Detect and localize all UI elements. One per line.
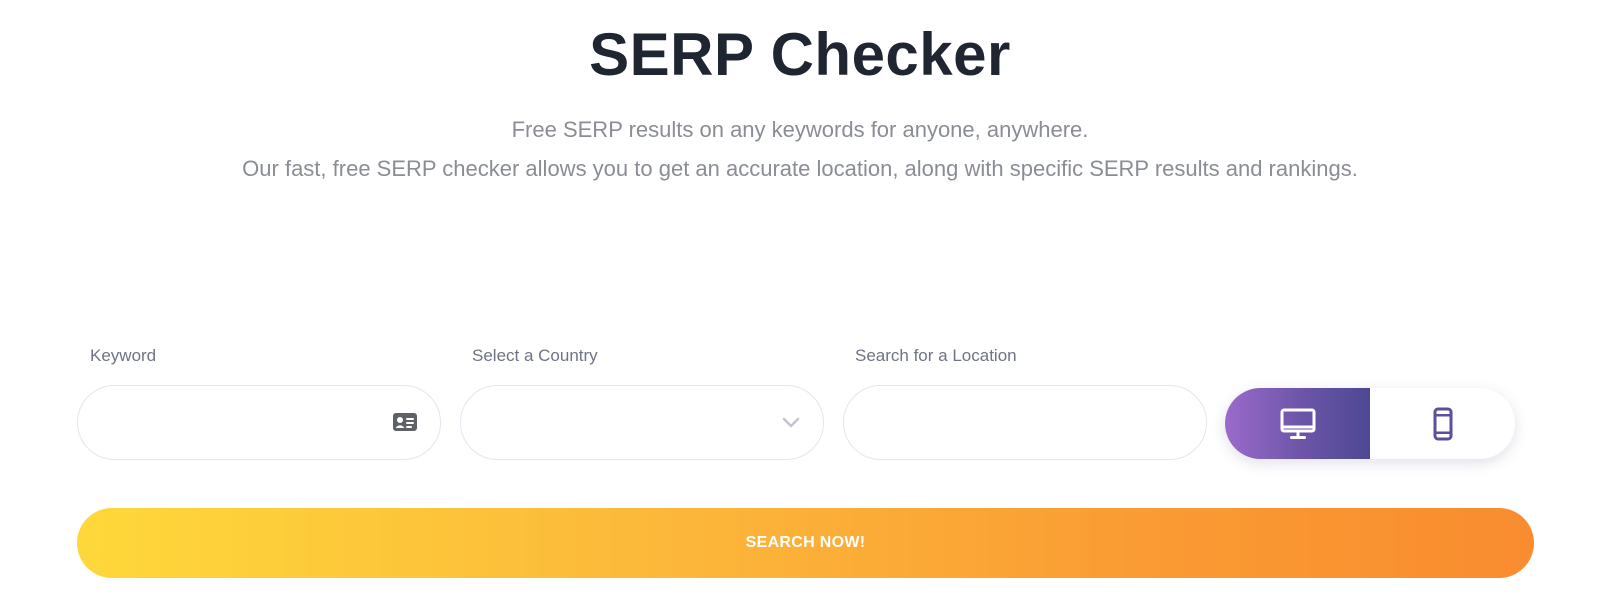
desktop-toggle-button[interactable] bbox=[1225, 388, 1370, 459]
country-select[interactable] bbox=[460, 385, 824, 460]
mobile-icon bbox=[1433, 407, 1452, 440]
page-subtitle-line1: Free SERP results on any keywords for an… bbox=[511, 117, 1089, 142]
location-label: Search for a Location bbox=[855, 346, 1017, 365]
search-now-button[interactable]: SEARCH NOW! bbox=[77, 508, 1534, 578]
keyword-input[interactable] bbox=[102, 404, 382, 440]
location-field[interactable] bbox=[843, 385, 1207, 460]
country-label: Select a Country bbox=[472, 346, 598, 365]
location-input[interactable] bbox=[868, 404, 1184, 440]
desktop-icon bbox=[1280, 408, 1315, 439]
keyword-field[interactable] bbox=[77, 385, 441, 460]
page-subtitle-line2: Our fast, free SERP checker allows you t… bbox=[242, 156, 1358, 181]
mobile-toggle-button[interactable] bbox=[1370, 388, 1515, 459]
device-toggle bbox=[1225, 388, 1515, 459]
page-title: SERP Checker bbox=[589, 21, 1011, 88]
chevron-down-icon[interactable] bbox=[781, 416, 801, 430]
contact-card-icon[interactable] bbox=[392, 411, 418, 433]
keyword-label: Keyword bbox=[90, 346, 157, 365]
